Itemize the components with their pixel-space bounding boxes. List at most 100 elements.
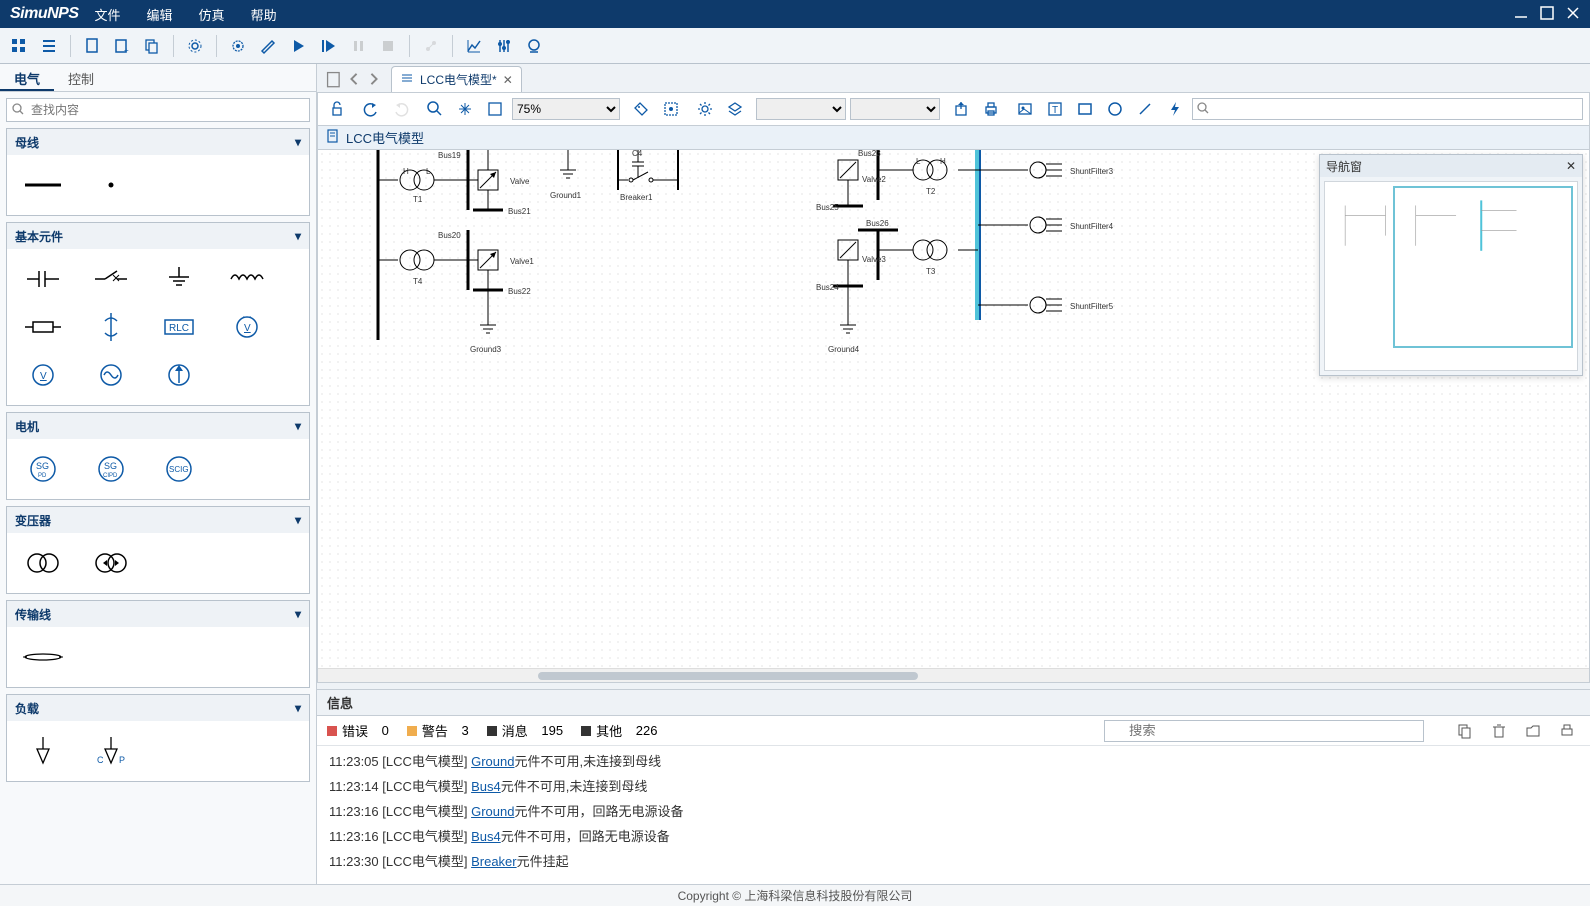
log-link[interactable]: Ground [471, 804, 514, 819]
log-link[interactable]: Bus4 [471, 829, 501, 844]
sliders-icon[interactable] [491, 33, 517, 59]
unlock-icon[interactable] [324, 96, 350, 122]
tline-item[interactable] [11, 635, 75, 679]
bus-node-item[interactable] [79, 163, 143, 207]
transformer-3w-item[interactable] [79, 541, 143, 585]
filter-warn[interactable]: 警告 3 [407, 721, 469, 740]
image-icon[interactable] [1012, 96, 1038, 122]
ac-source-item[interactable] [79, 353, 143, 397]
switch-item[interactable] [79, 257, 143, 301]
rect-icon[interactable] [1072, 96, 1098, 122]
doc-prev-icon[interactable] [345, 70, 363, 88]
filter-error[interactable]: 错误 0 [327, 721, 389, 740]
sidebar-search-input[interactable] [6, 98, 310, 122]
view-grid-icon[interactable] [6, 33, 32, 59]
info-log-list[interactable]: 11:23:05 [LCC电气模型] Ground元件不可用,未连接到母线11:… [317, 746, 1590, 884]
load-item[interactable] [11, 729, 75, 773]
voltmeter2-item[interactable]: V [11, 353, 75, 397]
capacitor-item[interactable] [11, 257, 75, 301]
scig-item[interactable]: SCIG [147, 447, 211, 491]
voltmeter-item[interactable]: V [215, 305, 279, 349]
section-machine[interactable]: 电机▾ [7, 413, 309, 439]
layers-icon[interactable] [722, 96, 748, 122]
tab-control[interactable]: 控制 [54, 64, 108, 91]
gear-icon[interactable] [692, 96, 718, 122]
section-tline[interactable]: 传输线▾ [7, 601, 309, 627]
plot-icon[interactable] [461, 33, 487, 59]
log-link[interactable]: Breaker [471, 854, 517, 869]
maximize-button[interactable] [1538, 4, 1556, 25]
tab-electrical[interactable]: 电气 [0, 64, 54, 91]
print-log-icon[interactable] [1554, 718, 1580, 744]
sg-cipd-item[interactable]: SGCIPD [79, 447, 143, 491]
canvas-scrollbar-h[interactable] [318, 668, 1589, 682]
zoom-icon[interactable] [422, 96, 448, 122]
resistor-item[interactable] [11, 305, 75, 349]
text-icon[interactable]: T [1042, 96, 1068, 122]
navigator-viewport[interactable] [1393, 186, 1573, 348]
navigator-panel[interactable]: 导航窗 ✕ [1319, 154, 1583, 376]
info-search-input[interactable] [1104, 720, 1424, 742]
section-basic[interactable]: 基本元件▾ [7, 223, 309, 249]
export-icon[interactable] [948, 96, 974, 122]
step-icon[interactable] [315, 33, 341, 59]
lightning-icon[interactable] [1162, 96, 1188, 122]
section-load[interactable]: 负载▾ [7, 695, 309, 721]
canvas[interactable]: HL T1 Bus19 Valve Bus21 T4 [317, 150, 1590, 683]
current-source-item[interactable] [147, 353, 211, 397]
zoom-select[interactable]: 75% [512, 98, 620, 120]
scope-icon[interactable] [521, 33, 547, 59]
settings-icon[interactable] [182, 33, 208, 59]
fit-screen-icon[interactable] [482, 96, 508, 122]
compile-icon[interactable] [225, 33, 251, 59]
pan-icon[interactable] [452, 96, 478, 122]
undo-icon[interactable] [358, 96, 384, 122]
line-icon[interactable] [1132, 96, 1158, 122]
source-cs-item[interactable] [79, 305, 143, 349]
filter-other[interactable]: 其他 226 [581, 721, 657, 740]
breadcrumb-label[interactable]: LCC电气模型 [346, 128, 424, 147]
ground-item[interactable] [147, 257, 211, 301]
new-doc-icon[interactable] [79, 33, 105, 59]
doc-next-icon[interactable] [365, 70, 383, 88]
doc-home-icon[interactable] [325, 70, 343, 88]
log-link[interactable]: Bus4 [471, 779, 501, 794]
canvas-search-input[interactable] [1192, 98, 1583, 120]
combo-1[interactable] [756, 98, 846, 120]
filter-msg[interactable]: 消息 195 [487, 721, 563, 740]
edit-icon[interactable] [255, 33, 281, 59]
section-transformer[interactable]: 变压器▾ [7, 507, 309, 533]
doc-tab-close-icon[interactable]: ✕ [503, 73, 513, 87]
minimize-button[interactable] [1512, 4, 1530, 25]
tag-icon[interactable] [628, 96, 654, 122]
open-doc-icon[interactable]: + [109, 33, 135, 59]
print-icon[interactable] [978, 96, 1004, 122]
select-all-icon[interactable] [658, 96, 684, 122]
menu-file[interactable]: 文件 [95, 5, 121, 24]
run-icon[interactable] [285, 33, 311, 59]
navigator-body[interactable] [1324, 181, 1578, 371]
copy-doc-icon[interactable] [139, 33, 165, 59]
menu-help[interactable]: 帮助 [251, 5, 277, 24]
open-log-icon[interactable] [1520, 718, 1546, 744]
combo-2[interactable] [850, 98, 940, 120]
bus-line-item[interactable] [11, 163, 75, 207]
view-list-icon[interactable] [36, 33, 62, 59]
section-bus[interactable]: 母线▾ [7, 129, 309, 155]
close-button[interactable] [1564, 4, 1582, 25]
sg-pd-item[interactable]: SGPD [11, 447, 75, 491]
rlc-item[interactable]: RLC [147, 305, 211, 349]
menu-sim[interactable]: 仿真 [199, 5, 225, 24]
inductor-item[interactable] [215, 257, 279, 301]
svg-text:SG: SG [104, 461, 117, 471]
copy-log-icon[interactable] [1452, 718, 1478, 744]
load-cvp-item[interactable]: CP [79, 729, 143, 773]
log-link[interactable]: Ground [471, 754, 514, 769]
delete-log-icon[interactable] [1486, 718, 1512, 744]
doc-tab-lcc[interactable]: LCC电气模型* ✕ [391, 66, 522, 92]
menu-edit[interactable]: 编辑 [147, 5, 173, 24]
info-panel: 信息 错误 0 警告 3 消息 195 其他 226 11:23:05 [LCC… [317, 689, 1590, 884]
circle-icon[interactable] [1102, 96, 1128, 122]
navigator-close-icon[interactable]: ✕ [1566, 159, 1576, 173]
transformer-2w-item[interactable] [11, 541, 75, 585]
